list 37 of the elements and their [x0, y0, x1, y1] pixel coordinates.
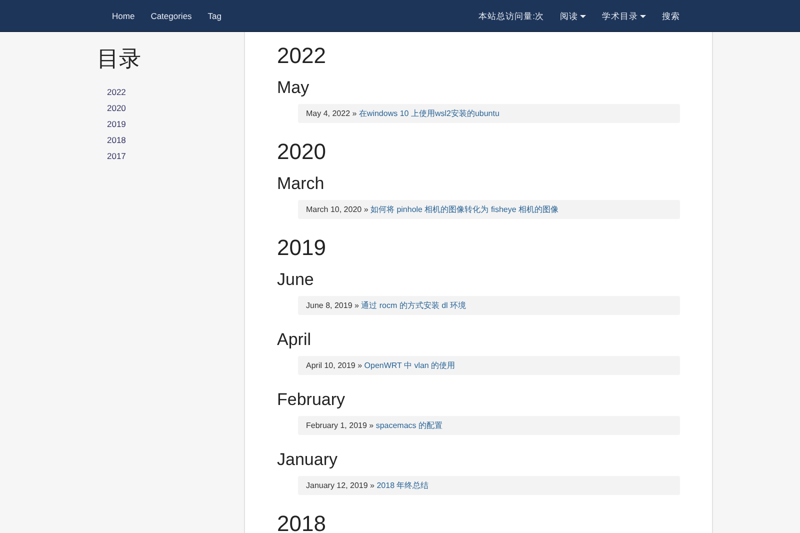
sidebar-link[interactable]: 2019: [97, 116, 244, 132]
sidebar-link[interactable]: 2018: [97, 132, 244, 148]
post-date: June 8, 2019 »: [306, 301, 360, 310]
month-heading: April: [277, 330, 312, 351]
year-heading: 2020: [277, 138, 327, 166]
post-date: March 10, 2020 »: [306, 205, 370, 214]
post-link[interactable]: 2018 年终总结: [376, 481, 429, 490]
nav-link[interactable]: 本站总访问量:次: [470, 0, 552, 31]
post-link[interactable]: spacemacs 的配置: [376, 421, 443, 430]
month-heading: March: [277, 174, 326, 195]
post-link[interactable]: OpenWRT 中 vlan 的使用: [364, 361, 456, 370]
nav-link[interactable]: Home: [104, 0, 143, 31]
post-date: April 10, 2019 »: [306, 361, 364, 370]
year-heading: 2019: [277, 234, 327, 262]
caret-icon: [580, 15, 586, 18]
dropdown-toggle-link[interactable]: 阅读: [552, 0, 594, 31]
sidebar-title: 目录: [97, 46, 142, 72]
post-date: May 4, 2022 »: [306, 109, 358, 118]
post-link[interactable]: 通过 rocm 的方式安装 dl 环境: [361, 301, 466, 310]
sidebar-link[interactable]: 2020: [97, 100, 244, 116]
nav-link[interactable]: Categories: [142, 0, 200, 31]
post-date: January 12, 2019 »: [306, 481, 376, 490]
sidebar-link[interactable]: 2022: [97, 84, 244, 100]
month-heading: February: [277, 390, 346, 411]
year-heading: 2018: [277, 510, 327, 533]
month-heading: June: [277, 270, 315, 291]
dropdown-toggle-link[interactable]: 学术目录: [594, 0, 654, 31]
month-heading: May: [277, 78, 310, 99]
nav-link[interactable]: 搜索: [654, 0, 688, 31]
post-link[interactable]: 如何将 pinhole 相机的图像转化为 fisheye 相机的图像: [370, 205, 559, 214]
nav-link[interactable]: Tag: [200, 0, 230, 31]
post-link[interactable]: 在windows 10 上使用wsl2安装的ubuntu: [358, 109, 500, 118]
month-heading: January: [277, 450, 338, 471]
sidebar-link[interactable]: 2017: [97, 148, 244, 164]
post-date: February 1, 2019 »: [306, 421, 375, 430]
year-heading: 2022: [277, 42, 327, 70]
caret-icon: [640, 15, 646, 18]
